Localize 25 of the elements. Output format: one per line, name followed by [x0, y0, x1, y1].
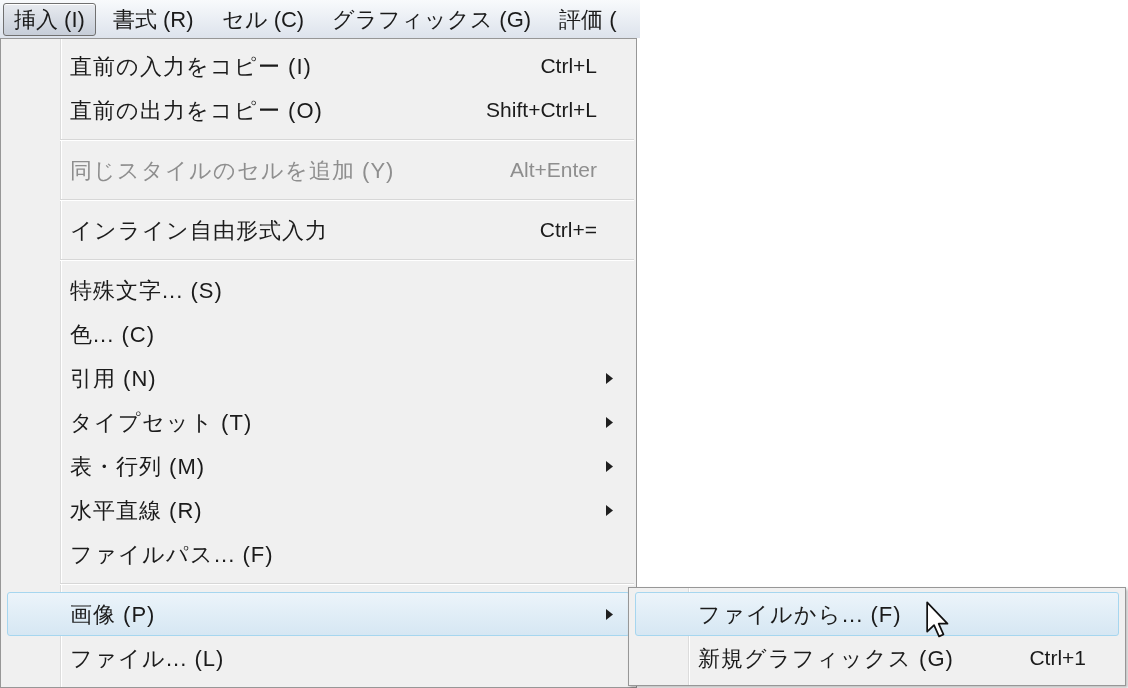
menu-bar-item[interactable]: セル (C) [210, 2, 316, 36]
shortcut-label: Ctrl+= [539, 217, 597, 244]
shortcut-label: Ctrl+1 [1029, 645, 1086, 672]
shortcut-label: Ctrl+L [540, 53, 597, 80]
menu-item[interactable]: 引用 (N) [7, 356, 630, 400]
menu-bar-item[interactable]: 評価 ( [548, 2, 628, 36]
menu-item[interactable]: 水平直線 (R) [7, 488, 630, 532]
menu-item[interactable]: ファイルパス... (F) [7, 532, 630, 576]
menu-item[interactable]: 画像 (P) [7, 592, 630, 636]
shortcut-label: Alt+Enter [510, 157, 597, 184]
menu-item[interactable]: 表・行列 (M) [7, 444, 630, 488]
menu-item[interactable]: 特殊文字... (S) [7, 268, 630, 312]
menu-item[interactable]: 色... (C) [7, 312, 630, 356]
menu-item[interactable]: 直前の出力をコピー (O) Shift+Ctrl+L [7, 88, 630, 132]
mouse-pointer-icon [926, 601, 949, 638]
menu-item[interactable]: 直前の入力をコピー (I) Ctrl+L [7, 44, 630, 88]
menu-bar-item[interactable]: 書式 (R) [101, 2, 205, 36]
menu-item[interactable]: ファイル... (L) [7, 636, 630, 680]
menu-bar-item[interactable]: グラフィックス (G) [321, 2, 543, 36]
menu-item[interactable]: 新規グラフィックス (G) Ctrl+1 [635, 636, 1119, 680]
shortcut-label: Shift+Ctrl+L [486, 97, 597, 124]
menu-bar-item[interactable]: 挿入 (I) [3, 2, 96, 36]
menu-item[interactable]: タイプセット (T) [7, 400, 630, 444]
menu-item[interactable]: ファイルから... (F) [635, 592, 1119, 636]
menu-item[interactable]: インライン自由形式入力 Ctrl+= [7, 208, 630, 252]
